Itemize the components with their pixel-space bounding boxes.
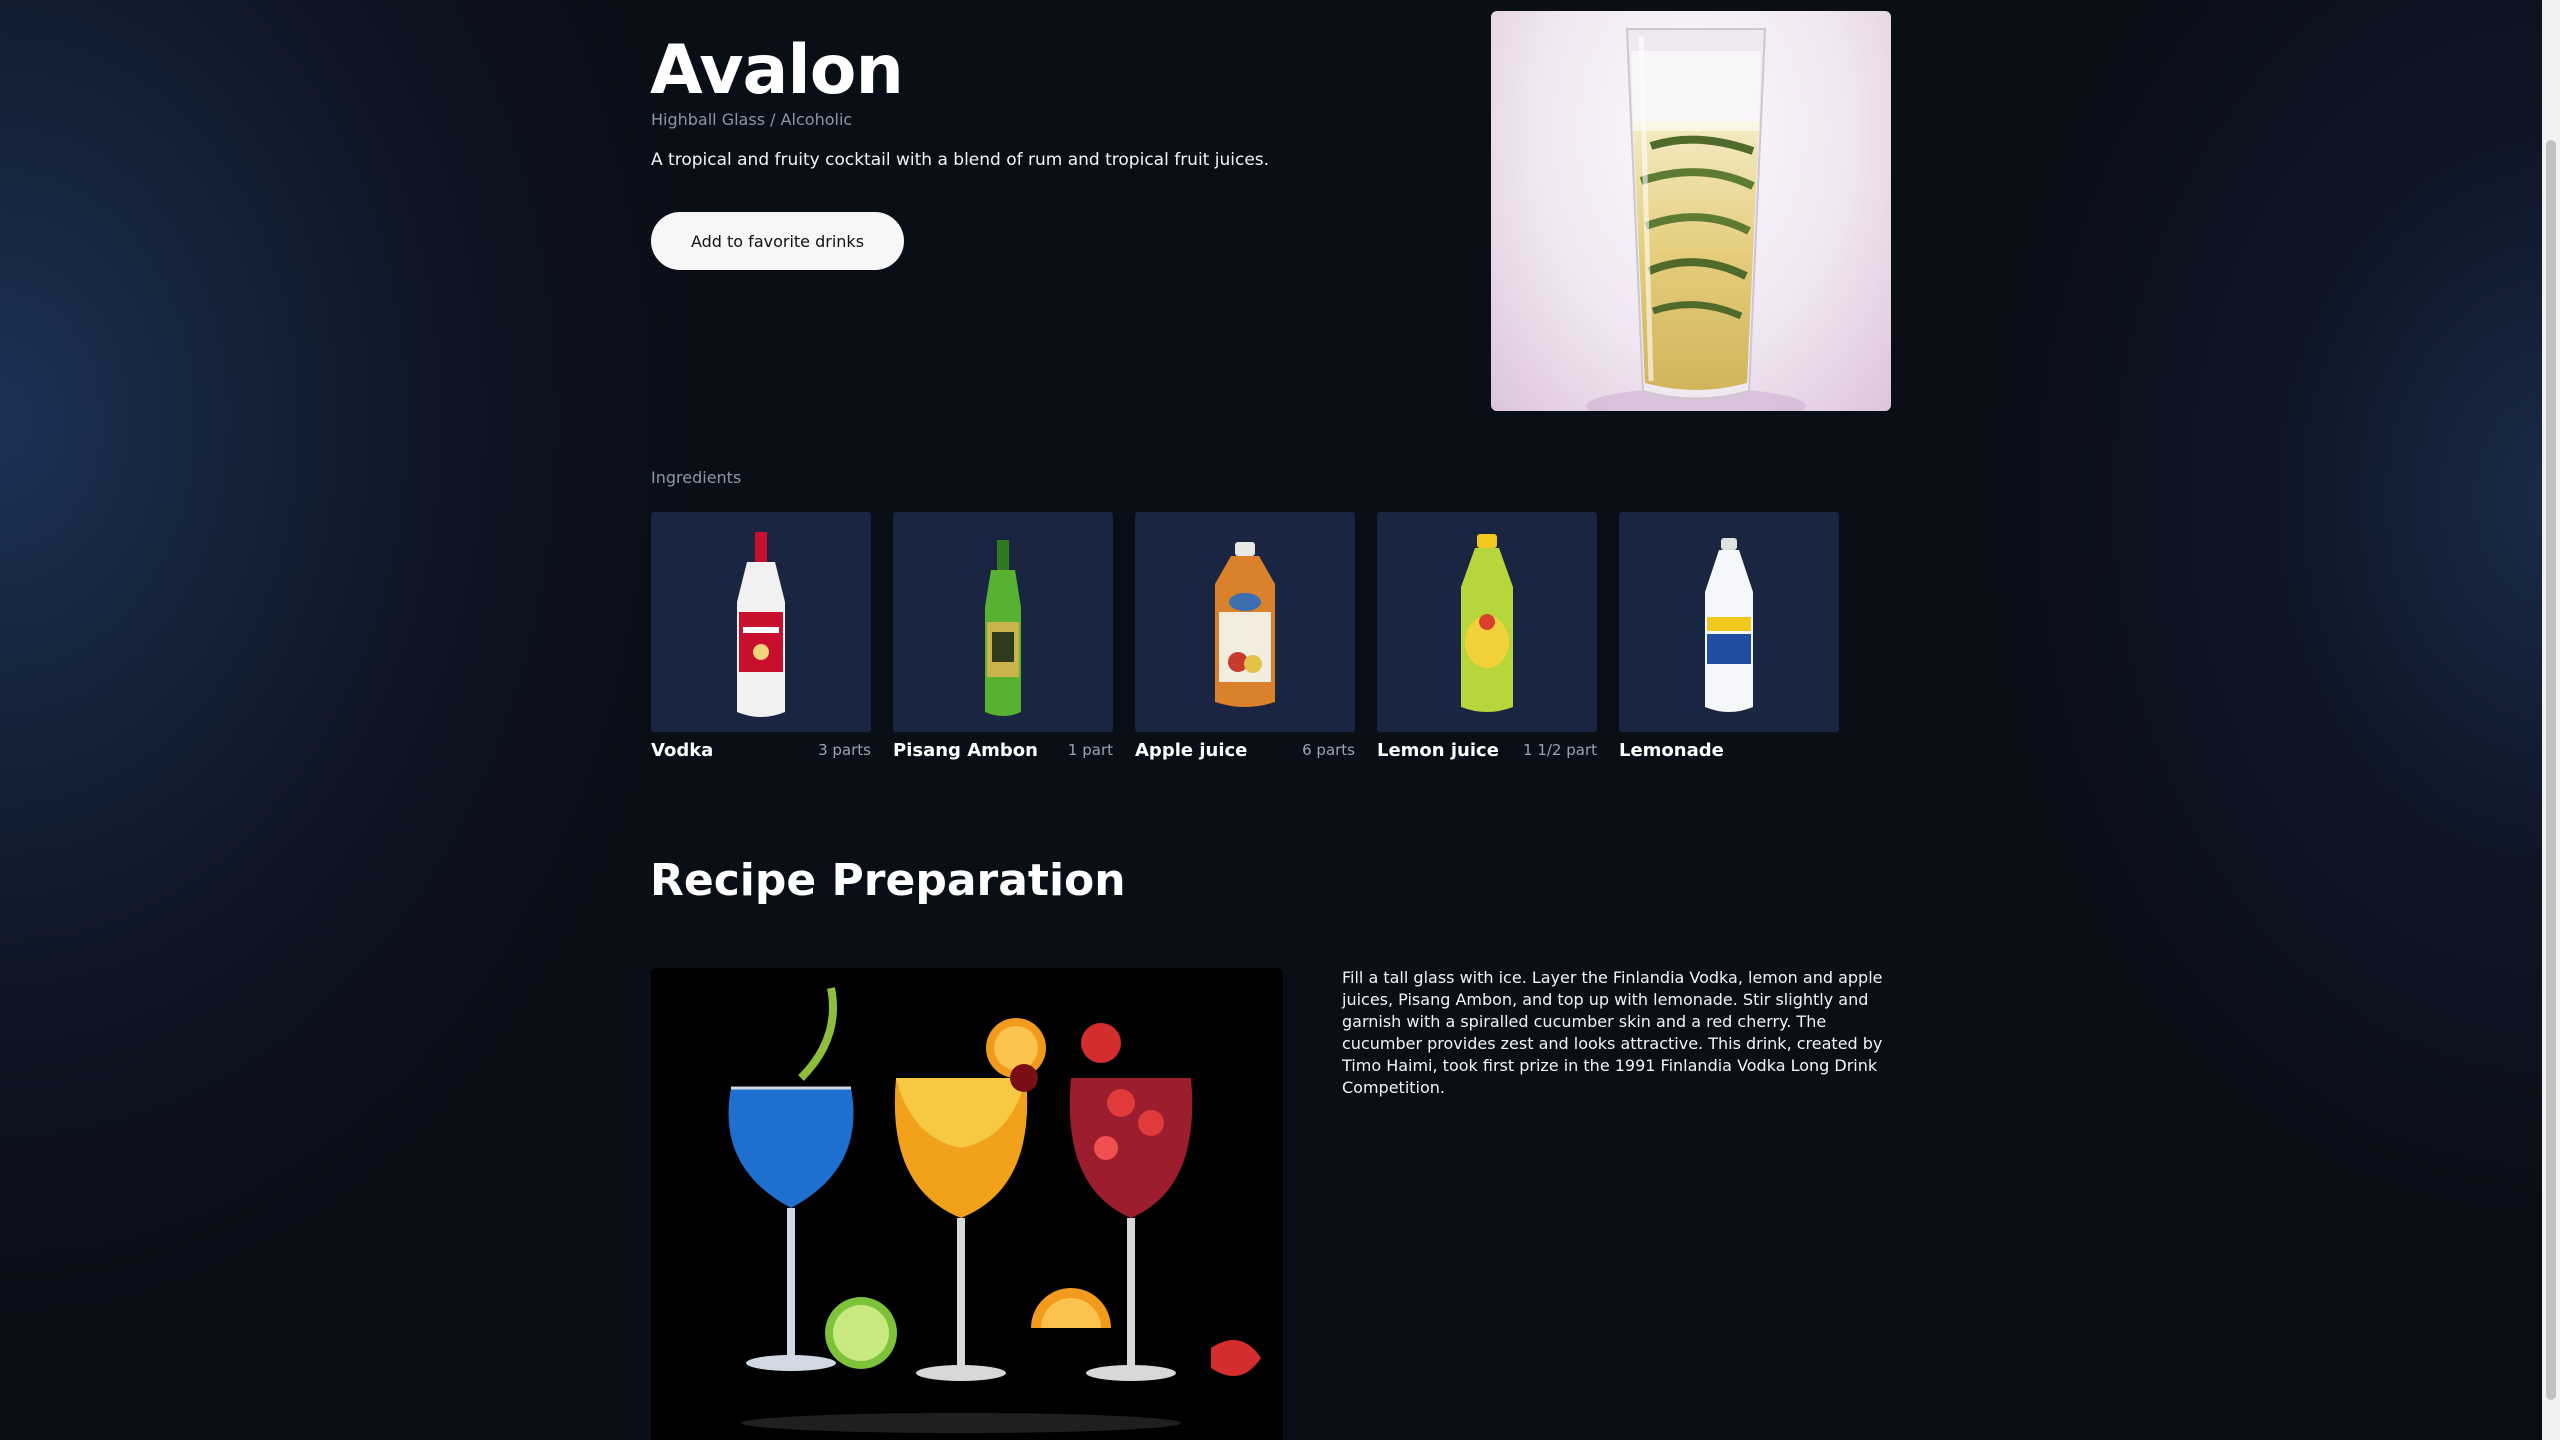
ingredient-quantity: 3 parts [818, 741, 871, 759]
recipe-instructions: Fill a tall glass with ice. Layer the Fi… [1342, 968, 1883, 1097]
ingredient-quantity: 1 1/2 part [1523, 741, 1597, 759]
ingredient-name: Vodka [651, 740, 714, 761]
drink-photo [1491, 11, 1891, 411]
scrollbar-thumb[interactable] [2546, 140, 2556, 1400]
ingredients-label: Ingredients [651, 468, 742, 487]
lemon-juice-bottle-icon [1377, 512, 1597, 732]
ingredient-card[interactable]: Apple juice 6 parts [1135, 512, 1355, 761]
recipe-heading: Recipe Preparation [650, 855, 1126, 906]
ingredient-name: Lemonade [1619, 740, 1724, 761]
ingredient-quantity: 1 part [1067, 741, 1113, 759]
add-to-favorites-button[interactable]: Add to favorite drinks [651, 212, 904, 270]
drink-description: A tropical and fruity cocktail with a bl… [651, 150, 1270, 170]
ingredient-name: Pisang Ambon [893, 740, 1038, 761]
drink-title: Avalon [650, 31, 904, 110]
drink-subtitle: Highball Glass / Alcoholic [651, 110, 853, 129]
lemonade-bottle-icon [1619, 512, 1839, 732]
ingredient-card[interactable]: Vodka 3 parts [651, 512, 871, 761]
ingredient-card[interactable]: Pisang Ambon 1 part [893, 512, 1113, 761]
liqueur-bottle-icon [893, 512, 1113, 732]
ingredient-quantity: 6 parts [1302, 741, 1355, 759]
ingredient-name: Lemon juice [1377, 740, 1499, 761]
cocktails-photo [651, 968, 1283, 1440]
ingredient-card[interactable]: Lemonade [1619, 512, 1839, 761]
scrollbar[interactable] [2542, 0, 2560, 1440]
juice-bottle-icon [1135, 512, 1355, 732]
ingredient-name: Apple juice [1135, 740, 1248, 761]
ingredient-card[interactable]: Lemon juice 1 1/2 part [1377, 512, 1597, 761]
vodka-bottle-icon [651, 512, 871, 732]
